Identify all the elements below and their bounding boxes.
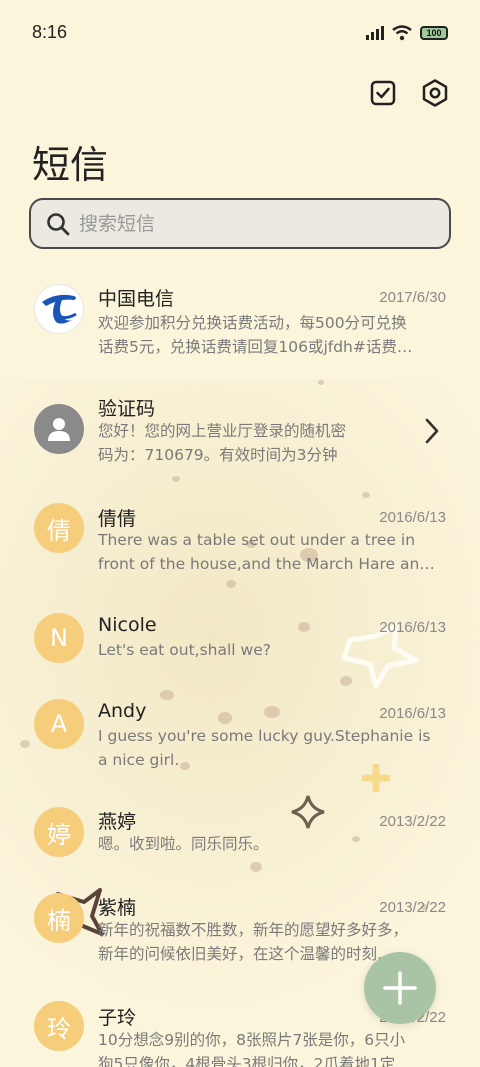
search-icon [47,212,70,235]
message-preview: 嗯。收到啦。同乐同乐。 [98,835,269,853]
message-date: 2016/6/13 [379,705,446,722]
page-title: 短信 [32,143,109,187]
avatar: 楠 [34,893,84,943]
search-bar[interactable] [29,198,451,249]
avatar: N [34,613,84,663]
contact-name: 紫楠 [98,897,137,919]
message-preview: 欢迎参加积分兑换话费活动，每500分可兑换 [98,314,407,332]
message-item-andy[interactable]: A Andy 2016/6/13 I guess you're some luc… [0,686,480,786]
checkbox-icon [370,80,396,106]
contact-name: Nicole [98,614,157,636]
message-item-yanting[interactable]: 婷 燕婷 2013/2/22 嗯。收到啦。同乐同乐。 [0,794,480,894]
contact-name: 倩倩 [98,508,137,530]
select-messages-button[interactable] [368,78,398,108]
message-item-nicole[interactable]: N Nicole 2016/6/13 Let's eat out,shall w… [0,600,480,700]
settings-icon [422,79,448,107]
message-preview: 码为：710679。有效时间为3分钟 [98,446,338,464]
message-date: 2013/2/22 [379,899,446,916]
wifi-icon [392,25,412,41]
message-preview: 狗5只像你，4根骨头3根归你，2爪着地1定 [98,1055,396,1067]
plus-icon [383,971,417,1005]
contact-name: 中国电信 [98,288,175,310]
avatar [34,404,84,454]
message-preview: 10分想念9别的你，8张照片7张是你，6只小 [98,1031,406,1049]
contact-name: 燕婷 [98,811,137,833]
message-preview: 话费5元，兑换话费请回复106或jfdh#话费… [98,338,413,356]
settings-button[interactable] [420,78,450,108]
contact-name: 验证码 [98,398,156,420]
avatar: 婷 [34,807,84,857]
message-preview: a nice girl. [98,751,180,769]
message-preview: 您好！您的网上营业厅登录的随机密 [98,422,347,440]
contact-name: Andy [98,700,147,722]
chevron-right-icon[interactable] [422,416,442,446]
contact-name: 子玲 [98,1007,137,1029]
message-preview: 新年的祝福数不胜数，新年的愿望好多好多， [98,921,409,939]
status-time: 8:16 [32,22,68,42]
search-input[interactable] [79,212,409,235]
battery-indicator: 100 [420,26,448,40]
status-bar: 8:16 100 [0,0,480,68]
message-date: 2017/6/30 [379,289,446,306]
message-date: 2016/6/13 [379,619,446,636]
avatar: 倩 [34,503,84,553]
message-preview: I guess you're some lucky guy.Stephanie … [98,727,431,745]
message-date: 2016/6/13 [379,509,446,526]
avatar: A [34,699,84,749]
person-icon [48,418,70,441]
message-item-qianqian[interactable]: 倩 倩倩 2016/6/13 There was a table set out… [0,490,480,590]
message-preview: Let's eat out,shall we? [98,641,271,659]
message-preview: front of the house,and the March Hare an… [98,555,435,573]
new-message-button[interactable] [364,952,436,1024]
avatar: 玲 [34,1001,84,1051]
message-preview: There was a table set out under a tree i… [98,531,416,549]
message-date: 2013/2/22 [379,813,446,830]
china-telecom-logo-icon [42,294,77,324]
signal-icon [366,26,384,40]
avatar [34,284,84,334]
message-item-china-telecom[interactable]: 中国电信 2017/6/30 欢迎参加积分兑换话费活动，每500分可兑换 话费5… [0,270,480,370]
message-item-verification-code[interactable]: 验证码 您好！您的网上营业厅登录的随机密 码为：710679。有效时间为3分钟 [0,380,480,480]
